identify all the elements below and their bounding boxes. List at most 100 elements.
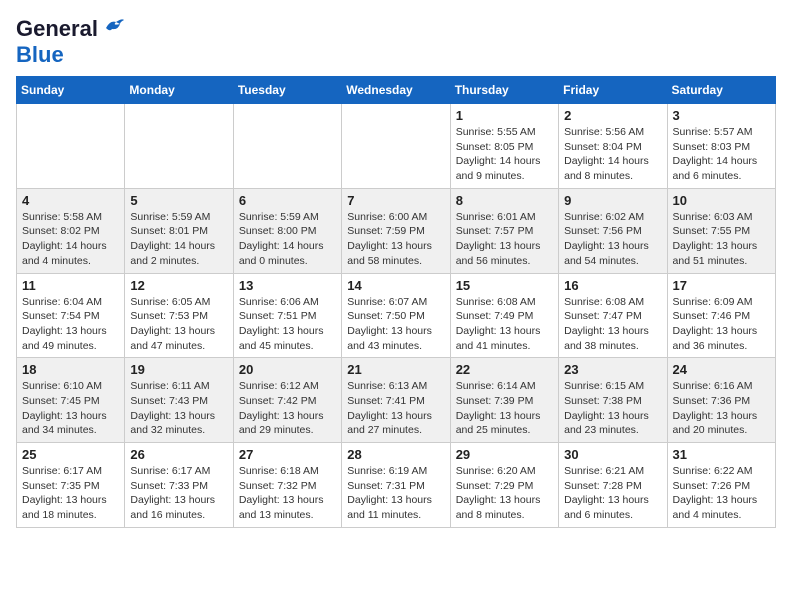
- day-info: Sunrise: 6:16 AMSunset: 7:36 PMDaylight:…: [673, 379, 770, 438]
- day-info: Sunrise: 6:15 AMSunset: 7:38 PMDaylight:…: [564, 379, 661, 438]
- logo-general: General: [16, 16, 98, 42]
- day-number: 13: [239, 278, 336, 293]
- day-info: Sunrise: 6:00 AMSunset: 7:59 PMDaylight:…: [347, 210, 444, 269]
- day-number: 21: [347, 362, 444, 377]
- day-info: Sunrise: 5:59 AMSunset: 8:00 PMDaylight:…: [239, 210, 336, 269]
- day-number: 15: [456, 278, 553, 293]
- weekday-header-sunday: Sunday: [17, 77, 125, 104]
- calendar-cell: 10 Sunrise: 6:03 AMSunset: 7:55 PMDayligh…: [667, 188, 775, 273]
- weekday-header-row: SundayMondayTuesdayWednesdayThursdayFrid…: [17, 77, 776, 104]
- day-info: Sunrise: 6:08 AMSunset: 7:47 PMDaylight:…: [564, 295, 661, 354]
- calendar-week-3: 11 Sunrise: 6:04 AMSunset: 7:54 PMDayligh…: [17, 273, 776, 358]
- calendar-cell: 30 Sunrise: 6:21 AMSunset: 7:28 PMDayligh…: [559, 443, 667, 528]
- header: General Blue: [16, 16, 776, 68]
- day-number: 3: [673, 108, 770, 123]
- calendar-cell: 2 Sunrise: 5:56 AMSunset: 8:04 PMDaylight…: [559, 104, 667, 189]
- calendar-cell: 16 Sunrise: 6:08 AMSunset: 7:47 PMDayligh…: [559, 273, 667, 358]
- day-info: Sunrise: 6:14 AMSunset: 7:39 PMDaylight:…: [456, 379, 553, 438]
- weekday-header-thursday: Thursday: [450, 77, 558, 104]
- calendar-week-1: 1 Sunrise: 5:55 AMSunset: 8:05 PMDaylight…: [17, 104, 776, 189]
- day-number: 29: [456, 447, 553, 462]
- day-info: Sunrise: 5:55 AMSunset: 8:05 PMDaylight:…: [456, 125, 553, 184]
- calendar-week-5: 25 Sunrise: 6:17 AMSunset: 7:35 PMDayligh…: [17, 443, 776, 528]
- day-info: Sunrise: 6:12 AMSunset: 7:42 PMDaylight:…: [239, 379, 336, 438]
- day-info: Sunrise: 6:11 AMSunset: 7:43 PMDaylight:…: [130, 379, 227, 438]
- calendar-cell: 6Sunrise: 5:59 AMSunset: 8:00 PMDaylight…: [233, 188, 341, 273]
- calendar-cell: [17, 104, 125, 189]
- day-info: Sunrise: 5:56 AMSunset: 8:04 PMDaylight:…: [564, 125, 661, 184]
- day-info: Sunrise: 6:22 AMSunset: 7:26 PMDaylight:…: [673, 464, 770, 523]
- calendar: SundayMondayTuesdayWednesdayThursdayFrid…: [16, 76, 776, 528]
- day-number: 9: [564, 193, 661, 208]
- day-info: Sunrise: 6:06 AMSunset: 7:51 PMDaylight:…: [239, 295, 336, 354]
- day-number: 16: [564, 278, 661, 293]
- day-info: Sunrise: 6:17 AMSunset: 7:35 PMDaylight:…: [22, 464, 119, 523]
- day-info: Sunrise: 6:19 AMSunset: 7:31 PMDaylight:…: [347, 464, 444, 523]
- day-info: Sunrise: 6:13 AMSunset: 7:41 PMDaylight:…: [347, 379, 444, 438]
- calendar-cell: 18 Sunrise: 6:10 AMSunset: 7:45 PMDayligh…: [17, 358, 125, 443]
- day-number: 24: [673, 362, 770, 377]
- day-info: Sunrise: 6:04 AMSunset: 7:54 PMDaylight:…: [22, 295, 119, 354]
- calendar-cell: 29 Sunrise: 6:20 AMSunset: 7:29 PMDayligh…: [450, 443, 558, 528]
- day-number: 11: [22, 278, 119, 293]
- weekday-header-saturday: Saturday: [667, 77, 775, 104]
- day-info: Sunrise: 6:03 AMSunset: 7:55 PMDaylight:…: [673, 210, 770, 269]
- calendar-cell: [125, 104, 233, 189]
- day-number: 2: [564, 108, 661, 123]
- day-number: 4: [22, 193, 119, 208]
- calendar-cell: 5Sunrise: 5:59 AMSunset: 8:01 PMDaylight…: [125, 188, 233, 273]
- day-info: Sunrise: 6:18 AMSunset: 7:32 PMDaylight:…: [239, 464, 336, 523]
- weekday-header-wednesday: Wednesday: [342, 77, 450, 104]
- day-info: Sunrise: 6:21 AMSunset: 7:28 PMDaylight:…: [564, 464, 661, 523]
- calendar-week-2: 4 Sunrise: 5:58 AMSunset: 8:02 PMDaylight…: [17, 188, 776, 273]
- day-info: Sunrise: 6:17 AMSunset: 7:33 PMDaylight:…: [130, 464, 227, 523]
- day-info: Sunrise: 5:57 AMSunset: 8:03 PMDaylight:…: [673, 125, 770, 184]
- day-number: 17: [673, 278, 770, 293]
- calendar-cell: [233, 104, 341, 189]
- calendar-cell: [342, 104, 450, 189]
- day-number: 7: [347, 193, 444, 208]
- day-number: 10: [673, 193, 770, 208]
- calendar-cell: 27Sunrise: 6:18 AMSunset: 7:32 PMDayligh…: [233, 443, 341, 528]
- calendar-cell: 17 Sunrise: 6:09 AMSunset: 7:46 PMDayligh…: [667, 273, 775, 358]
- day-info: Sunrise: 6:08 AMSunset: 7:49 PMDaylight:…: [456, 295, 553, 354]
- day-info: Sunrise: 5:58 AMSunset: 8:02 PMDaylight:…: [22, 210, 119, 269]
- calendar-cell: 25 Sunrise: 6:17 AMSunset: 7:35 PMDayligh…: [17, 443, 125, 528]
- calendar-cell: 20 Sunrise: 6:12 AMSunset: 7:42 PMDayligh…: [233, 358, 341, 443]
- day-number: 18: [22, 362, 119, 377]
- weekday-header-tuesday: Tuesday: [233, 77, 341, 104]
- calendar-cell: 14Sunrise: 6:07 AMSunset: 7:50 PMDayligh…: [342, 273, 450, 358]
- day-number: 28: [347, 447, 444, 462]
- calendar-cell: 12Sunrise: 6:05 AMSunset: 7:53 PMDayligh…: [125, 273, 233, 358]
- weekday-header-monday: Monday: [125, 77, 233, 104]
- calendar-cell: 31 Sunrise: 6:22 AMSunset: 7:26 PMDayligh…: [667, 443, 775, 528]
- day-number: 20: [239, 362, 336, 377]
- day-number: 31: [673, 447, 770, 462]
- day-info: Sunrise: 6:09 AMSunset: 7:46 PMDaylight:…: [673, 295, 770, 354]
- day-info: Sunrise: 6:20 AMSunset: 7:29 PMDaylight:…: [456, 464, 553, 523]
- logo-blue: Blue: [16, 42, 64, 67]
- day-number: 19: [130, 362, 227, 377]
- day-number: 1: [456, 108, 553, 123]
- calendar-cell: 11 Sunrise: 6:04 AMSunset: 7:54 PMDayligh…: [17, 273, 125, 358]
- calendar-cell: 24 Sunrise: 6:16 AMSunset: 7:36 PMDayligh…: [667, 358, 775, 443]
- day-info: Sunrise: 6:05 AMSunset: 7:53 PMDaylight:…: [130, 295, 227, 354]
- day-number: 25: [22, 447, 119, 462]
- day-number: 14: [347, 278, 444, 293]
- logo-bird-icon: [102, 18, 124, 36]
- calendar-week-4: 18 Sunrise: 6:10 AMSunset: 7:45 PMDayligh…: [17, 358, 776, 443]
- day-info: Sunrise: 6:02 AMSunset: 7:56 PMDaylight:…: [564, 210, 661, 269]
- calendar-cell: 15 Sunrise: 6:08 AMSunset: 7:49 PMDayligh…: [450, 273, 558, 358]
- day-number: 26: [130, 447, 227, 462]
- calendar-cell: 28 Sunrise: 6:19 AMSunset: 7:31 PMDayligh…: [342, 443, 450, 528]
- day-number: 23: [564, 362, 661, 377]
- calendar-cell: 19 Sunrise: 6:11 AMSunset: 7:43 PMDayligh…: [125, 358, 233, 443]
- day-number: 8: [456, 193, 553, 208]
- calendar-cell: 4 Sunrise: 5:58 AMSunset: 8:02 PMDaylight…: [17, 188, 125, 273]
- calendar-cell: 9 Sunrise: 6:02 AMSunset: 7:56 PMDaylight…: [559, 188, 667, 273]
- weekday-header-friday: Friday: [559, 77, 667, 104]
- day-number: 22: [456, 362, 553, 377]
- day-number: 30: [564, 447, 661, 462]
- calendar-cell: 8Sunrise: 6:01 AMSunset: 7:57 PMDaylight…: [450, 188, 558, 273]
- day-info: Sunrise: 6:10 AMSunset: 7:45 PMDaylight:…: [22, 379, 119, 438]
